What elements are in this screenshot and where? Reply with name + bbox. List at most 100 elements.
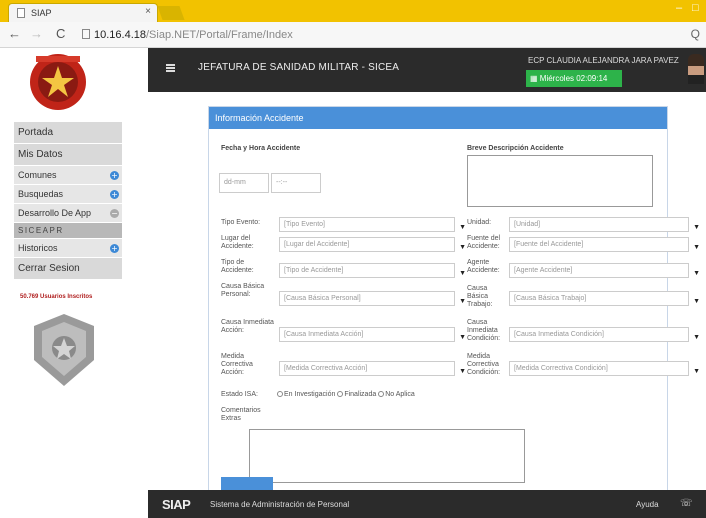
dropdown-arrow-icon: ▼ bbox=[693, 244, 700, 251]
fuente-accidente-select[interactable]: [Fuente del Accidente] ▼ bbox=[509, 237, 700, 252]
sidebar-item-mis-datos[interactable]: Mis Datos bbox=[14, 144, 122, 166]
sidebar-menu: Portada Mis Datos Comunes + Busquedas + De… bbox=[14, 122, 122, 280]
dropdown-arrow-icon: ▼ bbox=[459, 334, 466, 341]
browser-tab[interactable]: SIAP × bbox=[8, 3, 158, 22]
dropdown-arrow-icon: ▼ bbox=[459, 244, 466, 251]
expand-plus-icon[interactable]: + bbox=[110, 171, 119, 180]
sidebar-item-label: Cerrar Sesion bbox=[18, 263, 80, 274]
field-label: Causa Inmediata Acción: bbox=[221, 319, 274, 334]
time-input[interactable]: --:-- bbox=[271, 173, 321, 193]
close-tab-icon[interactable]: × bbox=[145, 6, 151, 17]
date-input[interactable]: dd-mm bbox=[219, 173, 269, 193]
sidebar-item-desarrollo[interactable]: Desarrollo De App − bbox=[14, 204, 122, 223]
address-bar[interactable]: 10.16.4.18/Siap.NET/Portal/Frame/Index bbox=[82, 26, 682, 44]
sidebar-item-label: Historicos bbox=[18, 243, 58, 253]
medida-correctiva-accion-select[interactable]: [Medida Correctiva Acción] ▼ bbox=[279, 361, 466, 376]
comments-textarea[interactable] bbox=[249, 429, 525, 483]
field-label: Unidad: bbox=[467, 219, 492, 226]
radio-finalizada[interactable]: Finalizada bbox=[337, 391, 376, 398]
browser-tab-bar: SIAP × – □ bbox=[0, 0, 706, 22]
collapse-minus-icon[interactable]: − bbox=[110, 209, 119, 218]
browser-toolbar: ← → C 10.16.4.18/Siap.NET/Portal/Frame/I… bbox=[0, 22, 706, 48]
accident-info-panel: Información Accidente Fecha y Hora Accid… bbox=[208, 106, 700, 496]
new-tab-button[interactable] bbox=[157, 6, 185, 20]
causa-basica-trabajo-select[interactable]: [Causa Básica Trabajo] ▼ bbox=[509, 291, 700, 306]
causa-basica-personal-select[interactable]: [Causa Básica Personal] ▼ bbox=[279, 291, 466, 306]
causa-inmediata-condicion-select[interactable]: [Causa Inmediata Condición] ▼ bbox=[509, 327, 700, 342]
unidad-select[interactable]: [Unidad] ▼ bbox=[509, 217, 700, 232]
date-time-label: Fecha y Hora Accidente bbox=[221, 145, 301, 152]
select-value: [Medida Correctiva Acción] bbox=[284, 365, 368, 372]
panel-title: Información Accidente bbox=[209, 107, 667, 129]
phone-icon[interactable]: ☏ bbox=[680, 498, 693, 509]
app-header: JEFATURA DE SANIDAD MILITAR - SICEA ECP … bbox=[148, 48, 706, 92]
back-icon[interactable]: ← bbox=[8, 26, 21, 41]
radio-label: En Investigación bbox=[284, 391, 336, 398]
causa-inmediata-accion-select[interactable]: [Causa Inmediata Acción] ▼ bbox=[279, 327, 466, 342]
description-label: Breve Descripción Accidente bbox=[467, 145, 564, 152]
minimize-icon[interactable]: – bbox=[676, 2, 682, 14]
sidebar-item-comunes[interactable]: Comunes + bbox=[14, 166, 122, 185]
description-textarea[interactable] bbox=[467, 155, 653, 207]
sidebar-item-label: Desarrollo De App bbox=[18, 208, 92, 218]
zoom-icon[interactable]: Q bbox=[691, 27, 700, 41]
tipo-evento-select[interactable]: [Tipo Evento] ▼ bbox=[279, 217, 466, 232]
field-label: Causa Inmediata Condición: bbox=[467, 319, 501, 342]
users-count: 50.769 Usuarios Inscritos bbox=[20, 294, 93, 300]
page-icon bbox=[82, 29, 90, 39]
lugar-accidente-select[interactable]: [Lugar del Accidente] ▼ bbox=[279, 237, 466, 252]
help-link[interactable]: Ayuda bbox=[636, 500, 659, 509]
agente-accidente-select[interactable]: [Agente Accidente] ▼ bbox=[509, 263, 700, 278]
radio-en-investigacion[interactable]: En Investigación bbox=[277, 391, 335, 398]
radio-icon bbox=[337, 391, 344, 397]
app-footer: SIAP Sistema de Administración de Person… bbox=[148, 490, 706, 518]
sidebar-item-label: Portada bbox=[18, 127, 54, 138]
select-value: [Causa Básica Trabajo] bbox=[514, 295, 587, 302]
sidebar-item-cerrar-sesion[interactable]: Cerrar Sesion bbox=[14, 258, 122, 280]
maximize-icon[interactable]: □ bbox=[692, 2, 699, 14]
field-label: Medida Correctiva Condición: bbox=[467, 353, 501, 376]
sidebar-item-historicos[interactable]: Historicos + bbox=[14, 239, 122, 258]
field-label: Tipo Evento: bbox=[221, 219, 261, 226]
field-label: Medida Correctiva Acción: bbox=[221, 353, 253, 376]
dropdown-arrow-icon: ▼ bbox=[693, 224, 700, 231]
sidebar-item-label: Mis Datos bbox=[18, 149, 63, 160]
tab-title: SIAP bbox=[31, 8, 52, 18]
select-value: [Causa Inmediata Condición] bbox=[514, 331, 604, 338]
radio-label: No Aplica bbox=[385, 391, 415, 398]
select-value: [Tipo Evento] bbox=[284, 221, 325, 228]
select-value: [Tipo de Accidente] bbox=[284, 267, 344, 274]
date-text: Miércoles 02:09:14 bbox=[539, 74, 608, 83]
date-badge: ▦ Miércoles 02:09:14 bbox=[526, 70, 622, 87]
dropdown-arrow-icon: ▼ bbox=[693, 368, 700, 375]
army-logo bbox=[14, 48, 134, 120]
reload-icon[interactable]: C bbox=[56, 26, 65, 41]
save-button[interactable] bbox=[221, 477, 273, 491]
dropdown-arrow-icon: ▼ bbox=[459, 270, 466, 277]
url-host: 10.16.4.18 bbox=[94, 29, 146, 41]
sidebar-item-portada[interactable]: Portada bbox=[14, 122, 122, 144]
hamburger-menu-icon[interactable] bbox=[166, 64, 175, 72]
badge-emblem bbox=[34, 314, 94, 386]
calendar-icon: ▦ bbox=[530, 74, 540, 83]
avatar[interactable] bbox=[688, 54, 704, 84]
url-path: /Siap.NET/Portal/Frame/Index bbox=[146, 29, 293, 41]
app-title: JEFATURA DE SANIDAD MILITAR - SICEA bbox=[198, 62, 400, 73]
page-icon bbox=[17, 8, 25, 18]
field-label: Causa Básica Trabajo: bbox=[467, 285, 493, 308]
dropdown-arrow-icon: ▼ bbox=[459, 368, 466, 375]
radio-label: Finalizada bbox=[344, 391, 377, 398]
sidebar-item-busquedas[interactable]: Busquedas + bbox=[14, 185, 122, 204]
dropdown-arrow-icon: ▼ bbox=[693, 270, 700, 277]
tipo-accidente-select[interactable]: [Tipo de Accidente] ▼ bbox=[279, 263, 466, 278]
radio-icon bbox=[277, 391, 283, 397]
footer-text: Sistema de Administración de Personal bbox=[210, 500, 350, 509]
forward-icon[interactable]: → bbox=[30, 26, 43, 41]
expand-plus-icon[interactable]: + bbox=[110, 244, 119, 253]
radio-no-aplica[interactable]: No Aplica bbox=[378, 391, 415, 398]
medida-correctiva-condicion-select[interactable]: [Medida Correctiva Condición] ▼ bbox=[509, 361, 700, 376]
expand-plus-icon[interactable]: + bbox=[110, 190, 119, 199]
sidebar-section-siceapr: SICEAPR bbox=[14, 223, 122, 239]
user-name: ECP CLAUDIA ALEJANDRA JARA PAVEZ bbox=[528, 56, 679, 65]
field-label: Fuente del Accidente: bbox=[467, 235, 501, 250]
